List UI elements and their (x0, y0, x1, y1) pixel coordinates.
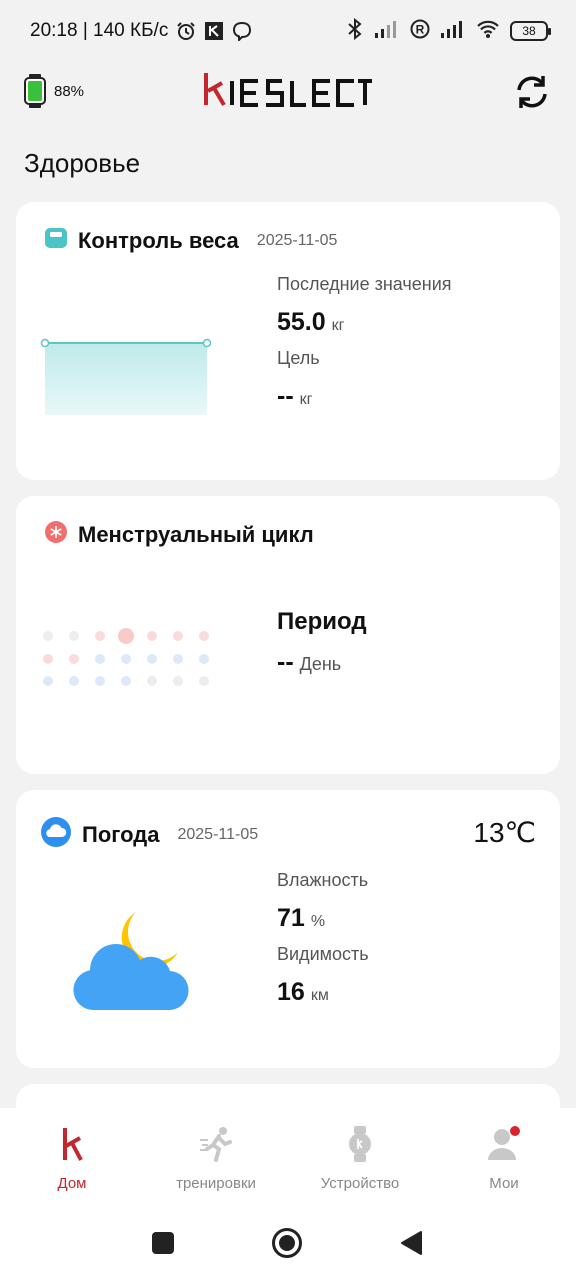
cycle-dot-grid (38, 624, 218, 695)
goal-value-unit: кг (299, 391, 313, 408)
goal-value: -- кг (277, 382, 313, 411)
watch-icon (347, 1126, 373, 1167)
status-left: 20:18 | 140 КБ/с (30, 20, 252, 42)
visibility-value: 16 км (277, 978, 329, 1007)
status-right: R 38 (346, 17, 551, 45)
card-date: 2025-11-05 (177, 825, 259, 843)
wifi-icon (476, 19, 500, 44)
card-header: Погода 2025-11-05 (40, 816, 258, 853)
nav-item-home[interactable]: Дом (0, 1108, 144, 1208)
notification-dot-icon (510, 1126, 520, 1136)
app-icon (204, 21, 224, 41)
weight-chart (38, 336, 214, 423)
app-header: 88% (0, 62, 576, 122)
moon-cloud-icon (68, 902, 198, 1019)
goal-value-number: -- (277, 382, 294, 410)
visibility-number: 16 (277, 978, 305, 1006)
weight-control-card[interactable]: Контроль веса 2025-11-05 Последние значе… (16, 202, 560, 480)
cycle-row-2 (43, 654, 209, 664)
watch-battery-indicator: 88% (24, 74, 84, 108)
bottom-navigation: Дом тренировки Устройство Мои (0, 1108, 576, 1208)
status-time-speed: 20:18 | 140 КБ/с (30, 20, 169, 41)
cycle-row-3 (43, 676, 209, 686)
scale-icon (44, 226, 68, 255)
nav-item-device[interactable]: Устройство (288, 1108, 432, 1208)
kieslect-logo (202, 69, 372, 109)
system-navigation-bar (0, 1208, 576, 1280)
watch-battery-percent: 88% (54, 82, 85, 100)
profile-icon (487, 1126, 521, 1167)
sync-icon (517, 76, 547, 108)
card-title: Погода (82, 821, 160, 847)
battery-level: 38 (522, 24, 536, 38)
viber-icon (232, 21, 252, 41)
humidity-value: 71 % (277, 904, 325, 933)
nav-label: Устройство (320, 1175, 400, 1192)
card-title: Менструальный цикл (78, 521, 314, 547)
running-icon (198, 1126, 234, 1167)
humidity-label: Влажность (277, 870, 369, 890)
home-dot-icon (279, 1235, 295, 1251)
svg-text:R: R (416, 22, 425, 36)
last-value-unit: кг (331, 317, 345, 334)
alarm-icon (176, 21, 196, 41)
signal-icon (374, 19, 400, 44)
section-title: Здоровье (24, 148, 141, 178)
period-value-unit: День (299, 654, 342, 674)
weight-area (45, 343, 207, 415)
recents-button[interactable] (152, 1232, 174, 1254)
back-button[interactable] (400, 1230, 422, 1261)
roaming-icon: R (410, 19, 430, 44)
period-value: -- День (277, 648, 341, 677)
humidity-number: 71 (277, 904, 305, 932)
goal-label: Цель (277, 348, 320, 368)
nav-item-profile[interactable]: Мои (432, 1108, 576, 1208)
humidity-unit: % (310, 913, 326, 930)
watch-battery-icon (24, 74, 46, 108)
last-value-label: Последние значения (277, 274, 452, 294)
cycle-row-1 (43, 628, 209, 644)
flower-icon (44, 520, 68, 549)
nav-item-workouts[interactable]: тренировки (144, 1108, 288, 1208)
card-header: Контроль веса 2025-11-05 (44, 226, 337, 255)
home-k-icon (60, 1126, 84, 1167)
nav-label: тренировки (176, 1175, 256, 1192)
signal-icon (440, 19, 466, 44)
sync-button[interactable] (510, 70, 554, 114)
weather-card[interactable]: Погода 2025-11-05 13℃ Влажность 71 % Вид… (16, 790, 560, 1068)
weight-point (202, 338, 212, 348)
home-button[interactable] (272, 1228, 302, 1258)
status-bar: 20:18 | 140 КБ/с R 38 (0, 0, 576, 62)
bluetooth-icon (346, 17, 364, 45)
visibility-label: Видимость (277, 944, 369, 964)
last-value: 55.0 кг (277, 308, 345, 337)
menstrual-cycle-card[interactable]: Менструальный цикл Период -- День (16, 496, 560, 774)
card-header: Менструальный цикл (44, 520, 314, 549)
weather-app-icon (40, 816, 72, 853)
period-label: Период (277, 608, 367, 635)
last-value-number: 55.0 (277, 308, 326, 336)
battery-icon: 38 (510, 21, 551, 41)
nav-label: Мои (489, 1175, 519, 1192)
weight-point (40, 338, 50, 348)
nav-label: Дом (57, 1175, 87, 1192)
temperature: 13℃ (473, 817, 536, 848)
visibility-unit: км (310, 987, 329, 1004)
card-date: 2025-11-05 (256, 231, 338, 249)
card-title: Контроль веса (78, 227, 239, 253)
period-value-number: -- (277, 648, 294, 676)
